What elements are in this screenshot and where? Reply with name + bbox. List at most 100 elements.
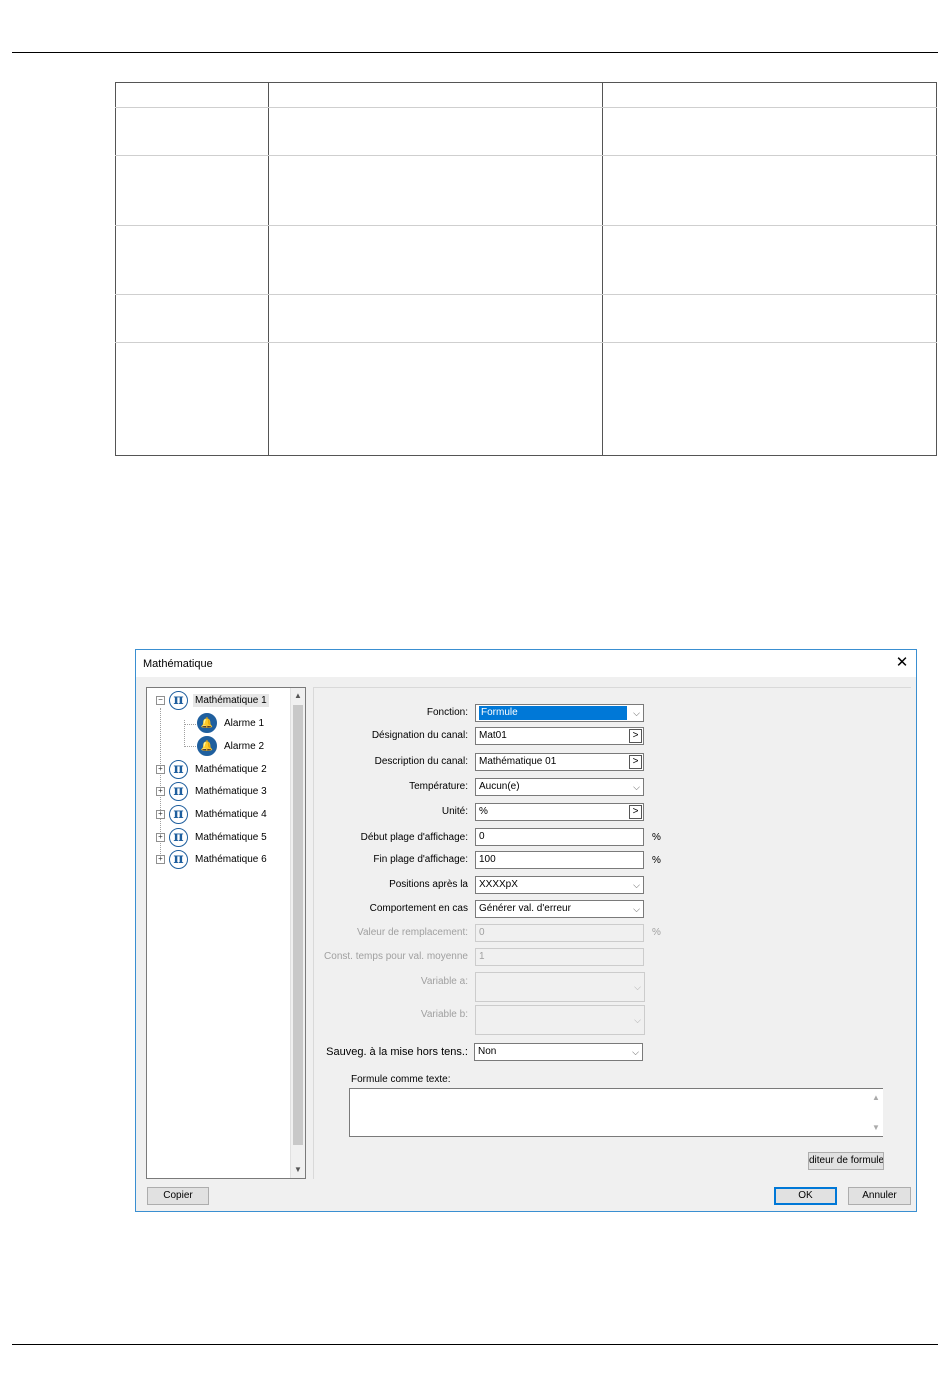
tree-scrollbar[interactable]: ▲ ▼ [290, 688, 305, 1178]
copier-button[interactable]: Copier [147, 1187, 209, 1205]
expand-icon[interactable]: + [156, 854, 165, 864]
ok-button[interactable]: OK [774, 1187, 837, 1205]
scroll-thumb[interactable] [293, 705, 303, 1145]
designation-input[interactable]: Mat01 > [475, 727, 644, 745]
designation-value: Mat01 [479, 730, 507, 741]
tree-item-mathematique-1[interactable]: − π Mathématique 1 [156, 690, 269, 710]
sauveg-dropdown[interactable]: Non ⌵ [474, 1043, 643, 1061]
comportement-label: Comportement en cas [369, 903, 468, 914]
tree-item-mathematique-5[interactable]: + π Mathématique 5 [156, 827, 269, 847]
expand-icon[interactable]: + [156, 832, 165, 842]
temperature-dropdown[interactable]: Aucun(e) ⌵ [475, 778, 644, 796]
fonction-dropdown[interactable]: Formule ⌵ [475, 704, 644, 722]
fin-input[interactable]: 100 [475, 851, 644, 869]
unite-label: Unité: [441, 806, 468, 817]
tree-item-mathematique-4[interactable]: + π Mathématique 4 [156, 804, 269, 824]
description-value: Mathématique 01 [479, 756, 557, 767]
fonction-value: Formule [479, 706, 627, 720]
pi-icon: π [169, 849, 188, 869]
document-table [115, 82, 937, 456]
tree-item-label: Alarme 2 [224, 740, 265, 752]
close-icon[interactable]: ✕ [892, 653, 912, 673]
chevron-down-icon: ⌵ [633, 782, 640, 792]
fin-value: 100 [479, 854, 496, 865]
alarm-bell-icon: 🔔 [197, 736, 217, 756]
pi-icon: π [169, 781, 188, 801]
variable-a-select[interactable]: ⌵ [475, 972, 645, 1002]
tree-item-alarme-1[interactable]: 🔔 Alarme 1 [197, 713, 266, 733]
const-temps-label: Const. temps pour val. moyenne [324, 951, 468, 962]
fonction-label: Fonction: [426, 707, 468, 718]
sauveg-value: Non [478, 1046, 497, 1057]
debut-value: 0 [479, 831, 485, 842]
scroll-down-icon[interactable]: ▼ [291, 1163, 305, 1177]
tree-item-alarme-2[interactable]: 🔔 Alarme 2 [197, 736, 266, 756]
temperature-value: Aucun(e) [479, 781, 520, 792]
scroll-down-icon[interactable]: ▼ [872, 1123, 880, 1132]
pi-icon: π [169, 804, 188, 824]
const-temps-value: 1 [479, 951, 485, 962]
expand-icon[interactable]: + [156, 809, 165, 819]
scroll-up-icon[interactable]: ▲ [291, 689, 305, 703]
chevron-down-icon: ⌵ [633, 904, 640, 914]
temperature-label: Température: [409, 781, 468, 792]
designation-label: Désignation du canal: [371, 730, 468, 741]
table-row [115, 155, 937, 226]
mathematique-dialog: Mathématique ✕ − π Mathématique 1 🔔 Alar… [135, 649, 917, 1212]
positions-dropdown[interactable]: XXXXpX ⌵ [475, 876, 644, 894]
tree-item-label: Mathématique 5 [195, 831, 267, 843]
debut-input[interactable]: 0 [475, 828, 644, 846]
expand-icon[interactable]: + [156, 764, 165, 774]
debut-label: Début plage d'affichage: [360, 832, 468, 843]
fin-label: Fin plage d'affichage: [373, 854, 468, 865]
debut-unit: % [652, 832, 661, 843]
tree-item-label: Alarme 1 [224, 717, 265, 729]
annuler-button[interactable]: Annuler [848, 1187, 911, 1205]
sauveg-label: Sauveg. à la mise hors tens.: [326, 1046, 468, 1058]
fin-unit: % [652, 855, 661, 866]
table-row [115, 342, 937, 456]
tree-item-mathematique-2[interactable]: + π Mathématique 2 [156, 759, 269, 779]
scroll-up-icon[interactable]: ▲ [872, 1093, 880, 1102]
variable-a-label: Variable a: [420, 976, 468, 987]
table-row [115, 225, 937, 295]
valeur-remplacement-unit: % [652, 927, 661, 938]
chevron-down-icon: ⌵ [632, 1047, 639, 1057]
positions-value: XXXXpX [479, 879, 518, 890]
const-temps-input[interactable]: 1 [475, 948, 644, 966]
positions-label: Positions après la [389, 879, 468, 890]
description-more-button[interactable]: > [629, 755, 642, 769]
description-input[interactable]: Mathématique 01 > [475, 753, 644, 771]
tree-item-mathematique-3[interactable]: + π Mathématique 3 [156, 781, 269, 801]
tree-item-label: Mathématique 3 [195, 785, 267, 797]
collapse-icon[interactable]: − [156, 695, 165, 705]
variable-b-select[interactable]: ⌵ [475, 1005, 645, 1035]
unite-more-button[interactable]: > [629, 805, 642, 819]
tree-item-label: Mathématique 1 [193, 693, 269, 707]
textarea-scrollbar[interactable]: ▲ ▼ [869, 1089, 883, 1136]
valeur-remplacement-input[interactable]: 0 [475, 924, 644, 942]
unite-input[interactable]: % > [475, 803, 644, 821]
comportement-dropdown[interactable]: Générer val. d'erreur ⌵ [475, 900, 644, 918]
table-row [115, 107, 937, 156]
valeur-remplacement-label: Valeur de remplacement: [357, 927, 468, 938]
expand-icon[interactable]: + [156, 786, 165, 796]
header-rule [12, 52, 938, 53]
designation-more-button[interactable]: > [629, 729, 642, 743]
unite-value: % [479, 806, 488, 817]
description-label: Description du canal: [374, 756, 468, 767]
formule-texte-area[interactable]: ▲ ▼ [349, 1088, 883, 1137]
chevron-down-icon: ⌵ [634, 982, 641, 992]
valeur-remplacement-value: 0 [479, 927, 485, 938]
alarm-bell-icon: 🔔 [197, 713, 217, 733]
tree-item-label: Mathématique 4 [195, 808, 267, 820]
pi-icon: π [169, 690, 188, 710]
channel-tree[interactable]: − π Mathématique 1 🔔 Alarme 1 🔔 Alarme 2… [146, 687, 306, 1179]
editeur-formule-button[interactable]: diteur de formule: [808, 1152, 884, 1170]
tree-item-mathematique-6[interactable]: + π Mathématique 6 [156, 849, 269, 869]
tree-item-label: Mathématique 2 [195, 763, 267, 775]
pi-icon: π [169, 759, 188, 779]
tree-item-label: Mathématique 6 [195, 853, 267, 865]
table-row [115, 294, 937, 343]
chevron-down-icon: ⌵ [633, 708, 640, 718]
